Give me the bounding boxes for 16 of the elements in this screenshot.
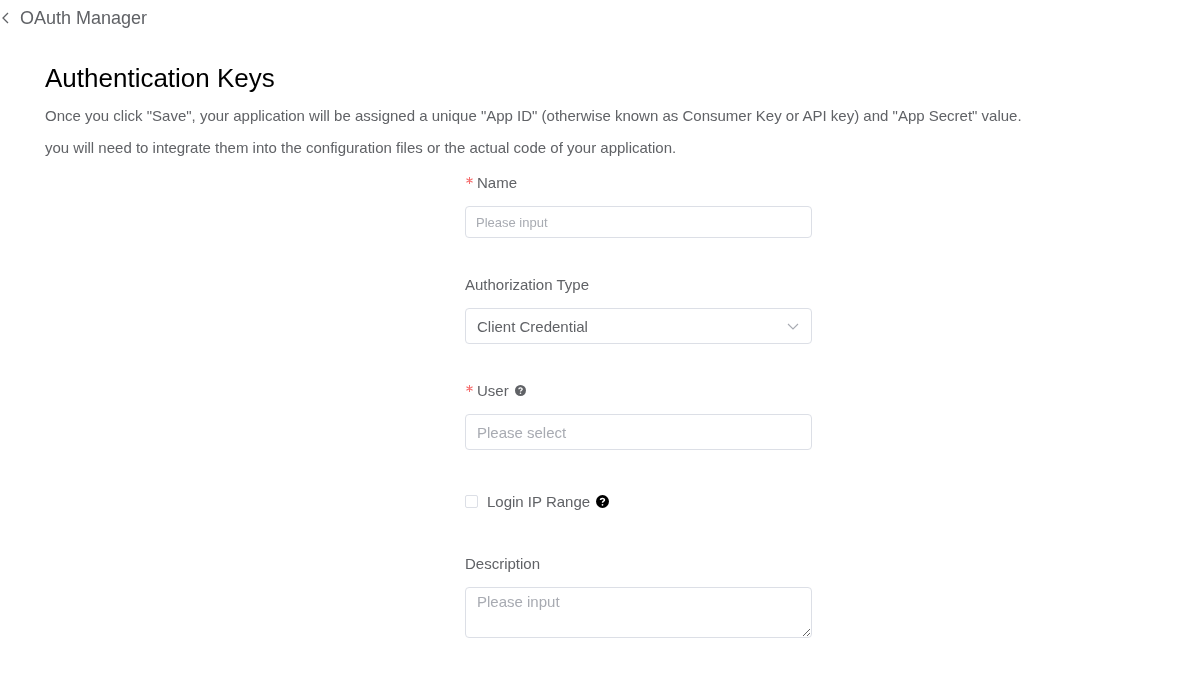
checkbox[interactable] (465, 494, 478, 508)
chevron-icon (1, 12, 9, 24)
caret-icon (787, 322, 799, 330)
select-field[interactable]: Client Credential (465, 308, 812, 344)
field-label: User (477, 381, 509, 399)
checkbox-label[interactable]: Login IP Range (487, 492, 591, 510)
back-button[interactable]: OAuth Manager (1, 6, 148, 30)
field-label: Authorization Type (465, 275, 589, 293)
field-label: Description (465, 554, 541, 572)
description-field[interactable]: Please input (465, 587, 812, 638)
field-label: Name (477, 173, 517, 191)
name-input[interactable]: Please input (465, 206, 812, 238)
page-title: Authentication Keys (45, 63, 276, 93)
intro-text: Once you click "Save", your application will be assigned a unique "App ID" (otherwise known as Consumer Key or API key) and "App Secret" value. (45, 106, 1023, 126)
select-field[interactable]: Please select (465, 414, 812, 450)
intro-text: you will need to integrate them into the configuration files or the actual code of your application. (45, 138, 678, 158)
